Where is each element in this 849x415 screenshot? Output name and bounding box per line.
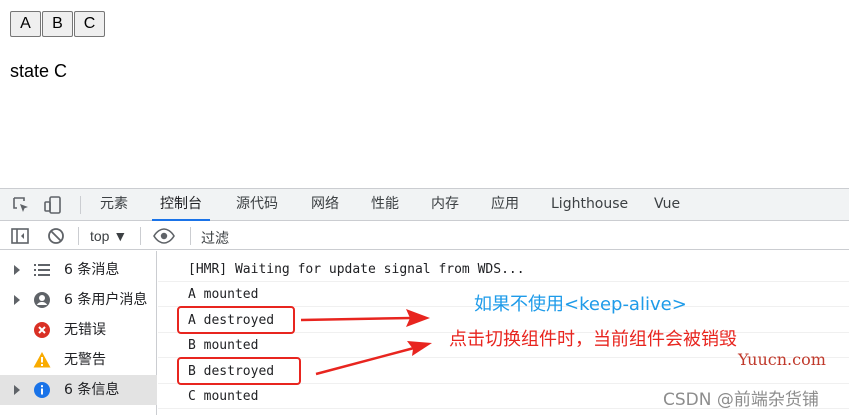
watermark-site: Yuucn.com: [738, 350, 826, 369]
watermark-csdn: CSDN @前端杂货铺: [663, 390, 819, 410]
annotation-red-text: 点击切换组件时，当前组件会被销毁: [449, 329, 737, 350]
annotation-arrows: [300, 309, 432, 376]
annotation-blue-text: 如果不使用<keep-alive>: [474, 294, 687, 315]
